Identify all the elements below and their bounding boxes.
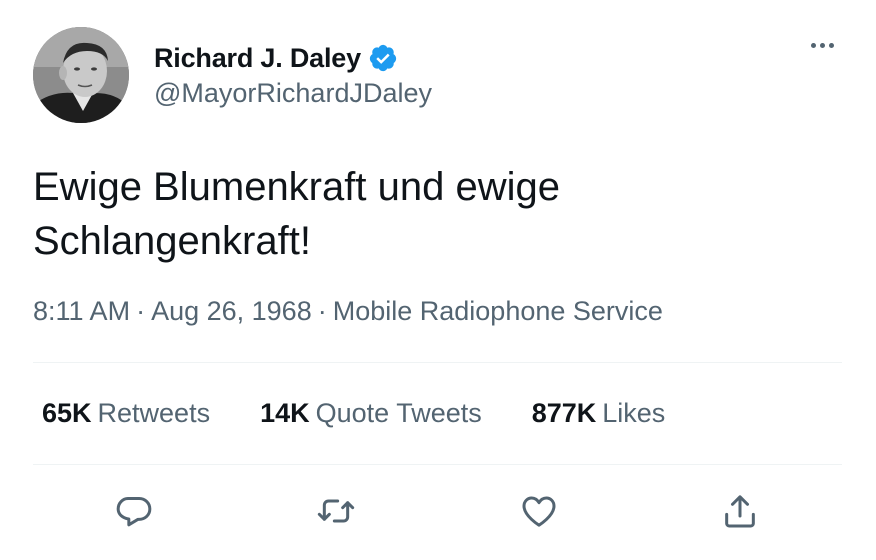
retweets-stat[interactable]: 65K Retweets bbox=[42, 398, 210, 429]
meta-separator: · bbox=[136, 296, 146, 326]
quote-tweets-count: 14K bbox=[260, 398, 310, 428]
tweet-text: Ewige Blumenkraft und ewige Schlangenkra… bbox=[33, 165, 560, 263]
likes-count: 877K bbox=[531, 398, 597, 428]
likes-stat[interactable]: 877K Likes bbox=[532, 398, 666, 429]
avatar-photo bbox=[33, 27, 129, 123]
author-name[interactable]: Richard J. Daley bbox=[154, 43, 361, 74]
retweets-label: Retweets bbox=[97, 398, 211, 428]
more-options-icon[interactable] bbox=[802, 32, 842, 58]
tweet-source[interactable]: Mobile Radiophone Service bbox=[333, 296, 663, 326]
quote-tweets-label: Quote Tweets bbox=[315, 398, 482, 428]
like-icon[interactable] bbox=[516, 488, 562, 534]
verified-badge-icon bbox=[369, 44, 397, 72]
retweet-icon[interactable] bbox=[313, 488, 359, 534]
author-name-row: Richard J. Daley bbox=[154, 40, 398, 76]
action-bar bbox=[0, 488, 876, 538]
reply-icon[interactable] bbox=[111, 488, 157, 534]
engagement-stats: 65K Retweets 14K Quote Tweets 877K Likes bbox=[42, 398, 715, 429]
tweet-time[interactable]: 8:11 AM bbox=[33, 296, 130, 326]
meta-separator: · bbox=[317, 296, 327, 326]
retweets-count: 65K bbox=[42, 398, 92, 428]
tweet-date[interactable]: Aug 26, 1968 bbox=[151, 296, 312, 326]
avatar[interactable] bbox=[33, 27, 129, 123]
tweet-card: Richard J. Daley @MayorRichardJDaley Ewi… bbox=[0, 0, 876, 560]
divider bbox=[33, 362, 842, 363]
tweet-meta: 8:11 AM · Aug 26, 1968 · Mobile Radiophone S… bbox=[33, 296, 663, 327]
quote-tweets-stat[interactable]: 14K Quote Tweets bbox=[260, 398, 482, 429]
likes-label: Likes bbox=[602, 398, 666, 428]
share-icon[interactable] bbox=[717, 488, 763, 534]
author-handle[interactable]: @MayorRichardJDaley bbox=[154, 78, 432, 109]
divider bbox=[33, 464, 842, 465]
